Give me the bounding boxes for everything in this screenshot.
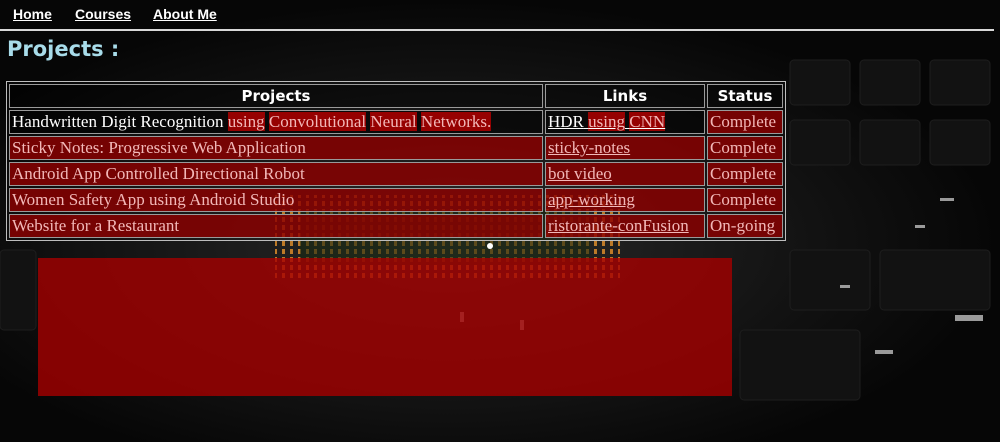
project-link[interactable]: HDR using CNN	[548, 112, 666, 131]
status-column-header: Status	[707, 84, 783, 108]
project-text: Networks.	[420, 112, 492, 131]
table-row: Website for a Restaurant ristorante-conF…	[9, 214, 783, 238]
project-cell: Android App Controlled Directional Robot	[9, 162, 543, 186]
nav-home-link[interactable]: Home	[13, 6, 52, 22]
status-cell: Complete	[707, 110, 783, 134]
status-cell: Complete	[707, 162, 783, 186]
table-row: Women Safety App using Android Studio ap…	[9, 188, 783, 212]
page-title: Projects :	[7, 37, 120, 61]
table-header-row: Projects Links Status	[9, 84, 783, 108]
highlight-overlay	[38, 258, 732, 396]
project-text: Convolutional	[268, 112, 367, 131]
link-cell: sticky-notes	[545, 136, 705, 160]
link-cell: app-working	[545, 188, 705, 212]
status-cell: On-going	[707, 214, 783, 238]
table-row: Android App Controlled Directional Robot…	[9, 162, 783, 186]
project-text: Neural	[370, 112, 417, 131]
nav-about-link[interactable]: About Me	[153, 6, 217, 22]
link-cell: bot video	[545, 162, 705, 186]
project-cell: Sticky Notes: Progressive Web Applicatio…	[9, 136, 543, 160]
project-link[interactable]: sticky-notes	[548, 138, 630, 157]
project-cell: Women Safety App using Android Studio	[9, 188, 543, 212]
projects-column-header: Projects	[9, 84, 543, 108]
project-link[interactable]: ristorante-conFusion	[548, 216, 689, 235]
link-text: CNN	[629, 112, 666, 131]
projects-table: Projects Links Status Handwritten Digit …	[6, 81, 786, 241]
table-row: Handwritten Digit Recognition using Conv…	[9, 110, 783, 134]
nav-courses-link[interactable]: Courses	[75, 6, 131, 22]
project-cell: Website for a Restaurant	[9, 214, 543, 238]
project-link[interactable]: bot video	[548, 164, 612, 183]
link-text: HDR	[548, 112, 584, 131]
links-column-header: Links	[545, 84, 705, 108]
link-cell: ristorante-conFusion	[545, 214, 705, 238]
status-cell: Complete	[707, 136, 783, 160]
project-text: Handwritten Digit Recognition	[12, 112, 228, 131]
project-text: using	[227, 112, 265, 131]
top-navbar: Home Courses About Me	[0, 0, 994, 31]
table-row: Sticky Notes: Progressive Web Applicatio…	[9, 136, 783, 160]
status-cell: Complete	[707, 188, 783, 212]
project-link[interactable]: app-working	[548, 190, 635, 209]
link-text: using	[588, 112, 625, 131]
project-cell: Handwritten Digit Recognition using Conv…	[9, 110, 543, 134]
link-cell: HDR using CNN	[545, 110, 705, 134]
